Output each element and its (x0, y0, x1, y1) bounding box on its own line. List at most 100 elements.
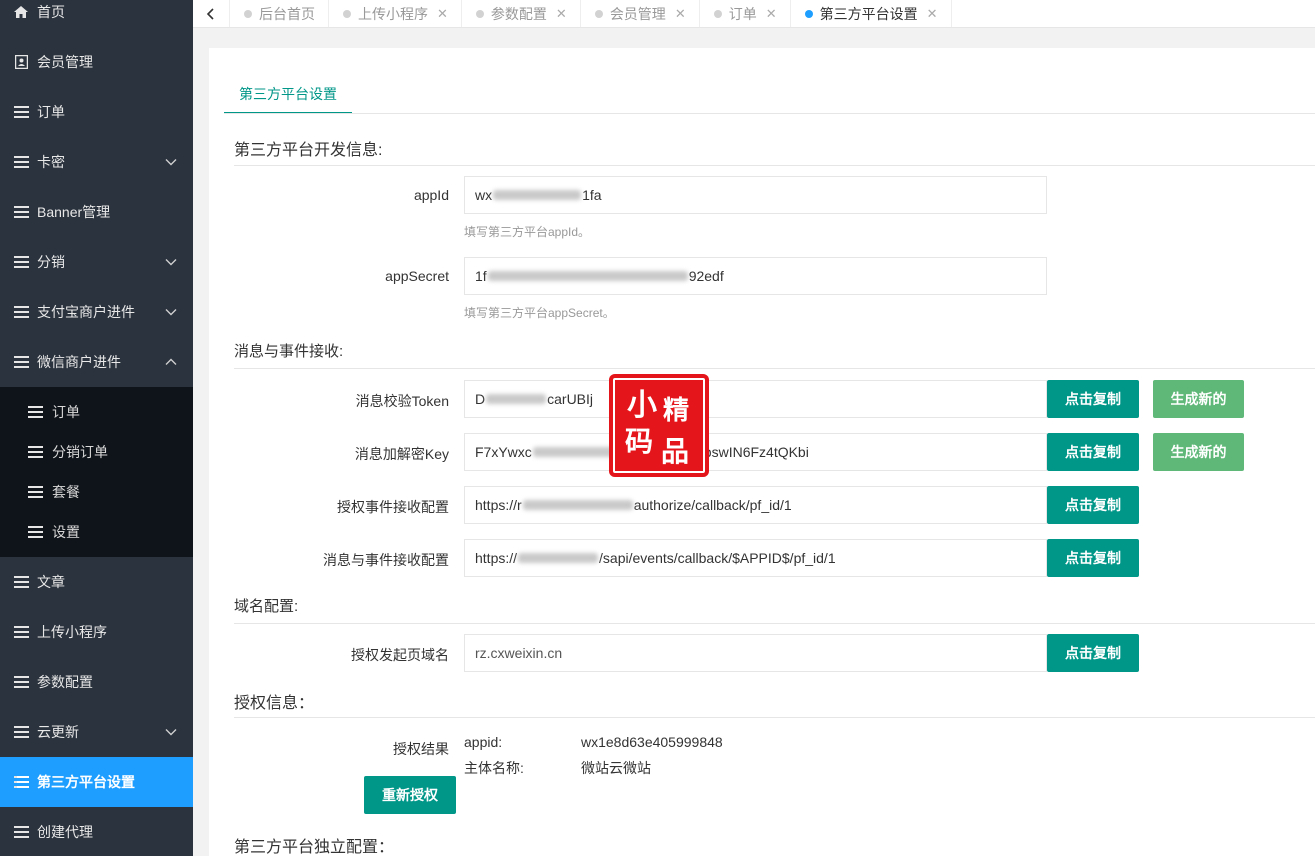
sidebar-item-cards[interactable]: 卡密 (0, 137, 193, 187)
sidebar-submenu: 订单 分销订单 套餐 设置 (0, 387, 193, 557)
sidebar-item-label: 订单 (37, 104, 65, 120)
copy-token-button[interactable]: 点击复制 (1047, 380, 1139, 418)
auth-subject-key: 主体名称: (464, 760, 524, 776)
domain-field[interactable]: rz.cxweixin.cn (464, 634, 1047, 672)
list-icon (13, 575, 29, 589)
token-value-end: carUBIj (547, 391, 594, 407)
auth-subject-value: 微站云微站 (581, 760, 651, 776)
divider (234, 717, 1315, 718)
sidebar-item-members[interactable]: 会员管理 (0, 37, 193, 87)
sidebar-item-label: Banner管理 (37, 204, 111, 220)
divider (224, 113, 1315, 114)
copy-key-button[interactable]: 点击复制 (1047, 433, 1139, 471)
list-icon (13, 255, 29, 269)
copy-msg-event-button[interactable]: 点击复制 (1047, 539, 1139, 577)
list-icon (28, 485, 44, 499)
appsecret-hint: 填写第三方平台appSecret。 (464, 306, 615, 320)
close-icon[interactable]: ✕ (766, 6, 777, 22)
close-icon[interactable]: ✕ (556, 6, 567, 22)
watermark-char: 品 (661, 435, 690, 468)
msg-event-url-field[interactable]: https:// /sapi/events/callback/$APPID$/pf… (464, 539, 1047, 577)
sidebar-subitem-label: 分销订单 (52, 444, 108, 460)
sidebar-item-label: 文章 (37, 574, 65, 590)
appid-field[interactable]: wx 1fa (464, 176, 1047, 214)
list-icon (13, 205, 29, 219)
copy-domain-button[interactable]: 点击复制 (1047, 634, 1139, 672)
tab-third-party[interactable]: 第三方平台设置 ✕ (791, 0, 952, 27)
sidebar-item-home[interactable]: 首页 (0, 0, 193, 37)
appsecret-label: appSecret (385, 268, 449, 284)
sidebar-item-wechat-merchant[interactable]: 微信商户进件 (0, 337, 193, 387)
key-field[interactable]: F7xYwxc pswIN6Fz4tQKbi (464, 433, 1047, 471)
auth-event-url-field[interactable]: https://r authorize/callback/pf_id/1 (464, 486, 1047, 524)
tab-third-party-settings[interactable]: 第三方平台设置 (224, 76, 352, 114)
watermark-char: 精 (663, 396, 690, 426)
redacted-blur (493, 190, 582, 200)
key-label: 消息加解密Key (354, 446, 449, 462)
tab-label: 会员管理 (609, 5, 666, 22)
tab-members[interactable]: 会员管理 ✕ (581, 0, 700, 27)
sidebar-subitem-packages[interactable]: 套餐 (0, 472, 193, 512)
appsecret-field[interactable]: 1f 92edf (464, 257, 1047, 295)
list-icon (13, 825, 29, 839)
appid-value-end: 1fa (582, 187, 602, 203)
reauthorize-button[interactable]: 重新授权 (364, 776, 456, 814)
sidebar-subitem-label: 设置 (52, 524, 80, 540)
section-title-independent-config: 第三方平台独立配置： (234, 839, 395, 856)
sidebar-subitem-label: 订单 (52, 404, 80, 420)
tab-orders[interactable]: 订单 ✕ (700, 0, 791, 27)
tab-status-dot (713, 9, 722, 18)
sidebar-item-label: 分销 (37, 254, 65, 270)
section-title-message: 消息与事件接收: (234, 343, 344, 360)
copy-auth-event-button[interactable]: 点击复制 (1047, 486, 1139, 524)
token-value-start: D (475, 391, 486, 407)
close-icon[interactable]: ✕ (675, 6, 686, 22)
list-icon (13, 305, 29, 319)
redacted-blur (522, 500, 633, 510)
watermark-char: 码 (625, 425, 654, 458)
list-icon (13, 355, 29, 369)
tab-params[interactable]: 参数配置 ✕ (462, 0, 581, 27)
token-field[interactable]: DcarUBIj (464, 380, 1047, 418)
divider (234, 165, 1315, 166)
sidebar-item-banner[interactable]: Banner管理 (0, 187, 193, 237)
divider (234, 368, 1315, 369)
tab-status-dot (244, 9, 252, 18)
sidebar-item-orders[interactable]: 订单 (0, 87, 193, 137)
regenerate-key-button[interactable]: 生成新的 (1153, 433, 1244, 471)
auth-result-label: 授权结果 (393, 741, 449, 757)
sidebar-item-label: 第三方平台设置 (37, 774, 135, 790)
sidebar-item-params[interactable]: 参数配置 (0, 657, 193, 707)
sidebar-item-articles[interactable]: 文章 (0, 557, 193, 607)
sidebar-item-third-party[interactable]: 第三方平台设置 (0, 757, 193, 807)
tab-home[interactable]: 后台首页 (230, 0, 329, 27)
section-title-auth-info: 授权信息： (234, 695, 315, 712)
close-icon[interactable]: ✕ (927, 6, 938, 22)
msg-event-value-start: https:// (475, 550, 518, 566)
sidebar-item-distribution[interactable]: 分销 (0, 237, 193, 287)
chevron-down-icon (165, 309, 177, 316)
auth-event-value-end: authorize/callback/pf_id/1 (633, 497, 792, 513)
chevron-left-icon (206, 7, 214, 20)
sidebar-item-alipay-merchant[interactable]: 支付宝商户进件 (0, 287, 193, 337)
regenerate-token-button[interactable]: 生成新的 (1153, 380, 1244, 418)
tab-label: 后台首页 (259, 5, 315, 22)
sidebar-item-label: 创建代理 (37, 824, 93, 840)
list-icon (13, 775, 29, 789)
chevron-up-icon (165, 358, 177, 365)
sidebar-subitem-settings[interactable]: 设置 (0, 512, 193, 552)
sidebar-item-create-agent[interactable]: 创建代理 (0, 807, 193, 856)
close-icon[interactable]: ✕ (437, 6, 448, 22)
sidebar-item-label: 支付宝商户进件 (37, 304, 135, 320)
sidebar-subitem-orders[interactable]: 订单 (0, 392, 193, 432)
tab-label: 上传小程序 (358, 5, 428, 22)
sidebar-item-upload-miniapp[interactable]: 上传小程序 (0, 607, 193, 657)
domain-label: 授权发起页域名 (351, 647, 449, 663)
sidebar-item-label: 卡密 (37, 154, 65, 170)
tab-scroll-left-button[interactable] (193, 0, 230, 27)
sidebar-subitem-distribution-orders[interactable]: 分销订单 (0, 432, 193, 472)
tab-upload-miniapp[interactable]: 上传小程序 ✕ (329, 0, 462, 27)
sidebar-item-cloud-update[interactable]: 云更新 (0, 707, 193, 757)
appid-value-start: wx (475, 187, 493, 203)
sidebar-item-label: 云更新 (37, 724, 79, 740)
